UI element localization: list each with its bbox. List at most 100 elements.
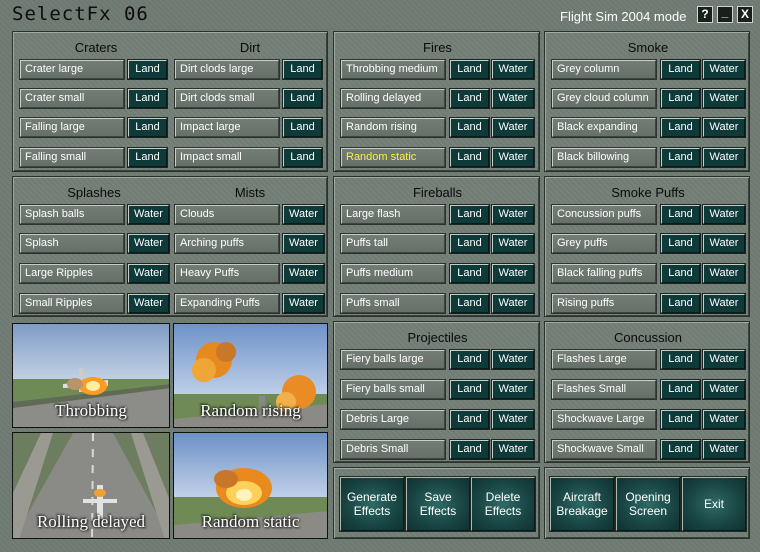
smoke-black-billowing-land-button[interactable]: Land — [661, 148, 700, 167]
smoke-puffs-black-falling-land-button[interactable]: Land — [661, 264, 700, 283]
fires-random-static-land-button[interactable]: Land — [450, 148, 489, 167]
fires-item-random-static[interactable]: Random static — [341, 148, 445, 167]
preview-rolling-delayed[interactable]: Rolling delayed — [12, 432, 170, 539]
clouds-water-button[interactable]: Water — [283, 205, 324, 224]
falling-large-land-button[interactable]: Land — [128, 118, 167, 137]
small-ripples-water-button[interactable]: Water — [128, 294, 169, 313]
crater-large-name[interactable]: Crater large — [20, 60, 124, 79]
fireballs-large-flash-water-button[interactable]: Water — [492, 205, 534, 224]
splash-water-button[interactable]: Water — [128, 234, 169, 253]
heavy-puffs-water-button[interactable]: Water — [283, 264, 324, 283]
concussion-item-flashes-large[interactable]: Flashes Large — [552, 350, 656, 369]
smoke-puffs-item-rising[interactable]: Rising puffs — [552, 294, 656, 313]
splash-balls-name[interactable]: Splash balls — [20, 205, 124, 224]
concussion-shockwave-large-land-button[interactable]: Land — [661, 410, 700, 429]
projectiles-item-fiery-balls-small[interactable]: Fiery balls small — [341, 380, 445, 399]
projectiles-fiery-balls-small-water-button[interactable]: Water — [492, 380, 534, 399]
smoke-puffs-item-black-falling[interactable]: Black falling puffs — [552, 264, 656, 283]
impact-small-land-button[interactable]: Land — [283, 148, 322, 167]
smoke-puffs-concussion-land-button[interactable]: Land — [661, 205, 700, 224]
fires-random-rising-land-button[interactable]: Land — [450, 118, 489, 137]
fireballs-item-large-flash[interactable]: Large flash — [341, 205, 445, 224]
impact-large-name[interactable]: Impact large — [175, 118, 279, 137]
concussion-shockwave-small-water-button[interactable]: Water — [703, 440, 745, 459]
fireballs-large-flash-land-button[interactable]: Land — [450, 205, 489, 224]
impact-large-land-button[interactable]: Land — [283, 118, 322, 137]
smoke-grey-column-water-button[interactable]: Water — [703, 60, 745, 79]
smoke-item-black-billowing[interactable]: Black billowing — [552, 148, 656, 167]
smoke-puffs-grey-land-button[interactable]: Land — [661, 234, 700, 253]
large-ripples-name[interactable]: Large Ripples — [20, 264, 124, 283]
projectiles-fiery-balls-small-land-button[interactable]: Land — [450, 380, 489, 399]
falling-large-name[interactable]: Falling large — [20, 118, 124, 137]
preview-throbbing[interactable]: Throbbing — [12, 323, 170, 428]
save-effects-button[interactable]: Save Effects — [406, 477, 470, 531]
fireballs-puffs-medium-water-button[interactable]: Water — [492, 264, 534, 283]
falling-small-land-button[interactable]: Land — [128, 148, 167, 167]
falling-small-name[interactable]: Falling small — [20, 148, 124, 167]
smoke-puffs-item-concussion[interactable]: Concussion puffs — [552, 205, 656, 224]
fireballs-puffs-small-land-button[interactable]: Land — [450, 294, 489, 313]
expanding-puffs-water-button[interactable]: Water — [283, 294, 324, 313]
fires-throbbing-medium-land-button[interactable]: Land — [450, 60, 489, 79]
splash-balls-water-button[interactable]: Water — [128, 205, 169, 224]
projectiles-debris-small-water-button[interactable]: Water — [492, 440, 534, 459]
projectiles-fiery-balls-large-water-button[interactable]: Water — [492, 350, 534, 369]
concussion-item-shockwave-small[interactable]: Shockwave Small — [552, 440, 656, 459]
crater-small-land-button[interactable]: Land — [128, 89, 167, 108]
smoke-grey-cloud-column-land-button[interactable]: Land — [661, 89, 700, 108]
preview-random-static[interactable]: Random static — [173, 432, 328, 539]
fires-item-random-rising[interactable]: Random rising — [341, 118, 445, 137]
fireballs-item-puffs-tall[interactable]: Puffs tall — [341, 234, 445, 253]
generate-effects-button[interactable]: Generate Effects — [340, 477, 404, 531]
impact-small-name[interactable]: Impact small — [175, 148, 279, 167]
exit-button[interactable]: Exit — [682, 477, 746, 531]
heavy-puffs-name[interactable]: Heavy Puffs — [175, 264, 279, 283]
smoke-grey-column-land-button[interactable]: Land — [661, 60, 700, 79]
expanding-puffs-name[interactable]: Expanding Puffs — [175, 294, 279, 313]
smoke-grey-cloud-column-water-button[interactable]: Water — [703, 89, 745, 108]
smoke-puffs-black-falling-water-button[interactable]: Water — [703, 264, 745, 283]
fires-item-rolling-delayed[interactable]: Rolling delayed — [341, 89, 445, 108]
smoke-black-expanding-water-button[interactable]: Water — [703, 118, 745, 137]
fireballs-puffs-small-water-button[interactable]: Water — [492, 294, 534, 313]
smoke-item-black-expanding[interactable]: Black expanding — [552, 118, 656, 137]
projectiles-fiery-balls-large-land-button[interactable]: Land — [450, 350, 489, 369]
fires-random-static-water-button[interactable]: Water — [492, 148, 534, 167]
fireballs-item-puffs-small[interactable]: Puffs small — [341, 294, 445, 313]
help-button[interactable]: ? — [697, 6, 713, 23]
fireballs-puffs-tall-land-button[interactable]: Land — [450, 234, 489, 253]
splash-name[interactable]: Splash — [20, 234, 124, 253]
fires-rolling-delayed-land-button[interactable]: Land — [450, 89, 489, 108]
close-button[interactable]: X — [737, 6, 753, 23]
fires-item-throbbing-medium[interactable]: Throbbing medium — [341, 60, 445, 79]
fires-random-rising-water-button[interactable]: Water — [492, 118, 534, 137]
dirt-clods-small-land-button[interactable]: Land — [283, 89, 322, 108]
opening-screen-button[interactable]: Opening Screen — [616, 477, 680, 531]
concussion-shockwave-large-water-button[interactable]: Water — [703, 410, 745, 429]
projectiles-debris-small-land-button[interactable]: Land — [450, 440, 489, 459]
smoke-puffs-concussion-water-button[interactable]: Water — [703, 205, 745, 224]
projectiles-item-debris-small[interactable]: Debris Small — [341, 440, 445, 459]
concussion-item-shockwave-large[interactable]: Shockwave Large — [552, 410, 656, 429]
projectiles-item-debris-large[interactable]: Debris Large — [341, 410, 445, 429]
small-ripples-name[interactable]: Small Ripples — [20, 294, 124, 313]
concussion-flashes-large-water-button[interactable]: Water — [703, 350, 745, 369]
large-ripples-water-button[interactable]: Water — [128, 264, 169, 283]
arching-puffs-water-button[interactable]: Water — [283, 234, 324, 253]
fires-rolling-delayed-water-button[interactable]: Water — [492, 89, 534, 108]
fireballs-puffs-tall-water-button[interactable]: Water — [492, 234, 534, 253]
arching-puffs-name[interactable]: Arching puffs — [175, 234, 279, 253]
smoke-black-expanding-land-button[interactable]: Land — [661, 118, 700, 137]
aircraft-breakage-button[interactable]: Aircraft Breakage — [550, 477, 614, 531]
minimize-button[interactable]: _ — [717, 6, 733, 23]
concussion-item-flashes-small[interactable]: Flashes Small — [552, 380, 656, 399]
dirt-clods-large-land-button[interactable]: Land — [283, 60, 322, 79]
dirt-clods-small-name[interactable]: Dirt clods small — [175, 89, 279, 108]
smoke-puffs-item-grey[interactable]: Grey puffs — [552, 234, 656, 253]
projectiles-debris-large-water-button[interactable]: Water — [492, 410, 534, 429]
preview-random-rising[interactable]: Random rising — [173, 323, 328, 428]
fireballs-puffs-medium-land-button[interactable]: Land — [450, 264, 489, 283]
smoke-puffs-rising-water-button[interactable]: Water — [703, 294, 745, 313]
smoke-item-grey-cloud-column[interactable]: Grey cloud column — [552, 89, 656, 108]
